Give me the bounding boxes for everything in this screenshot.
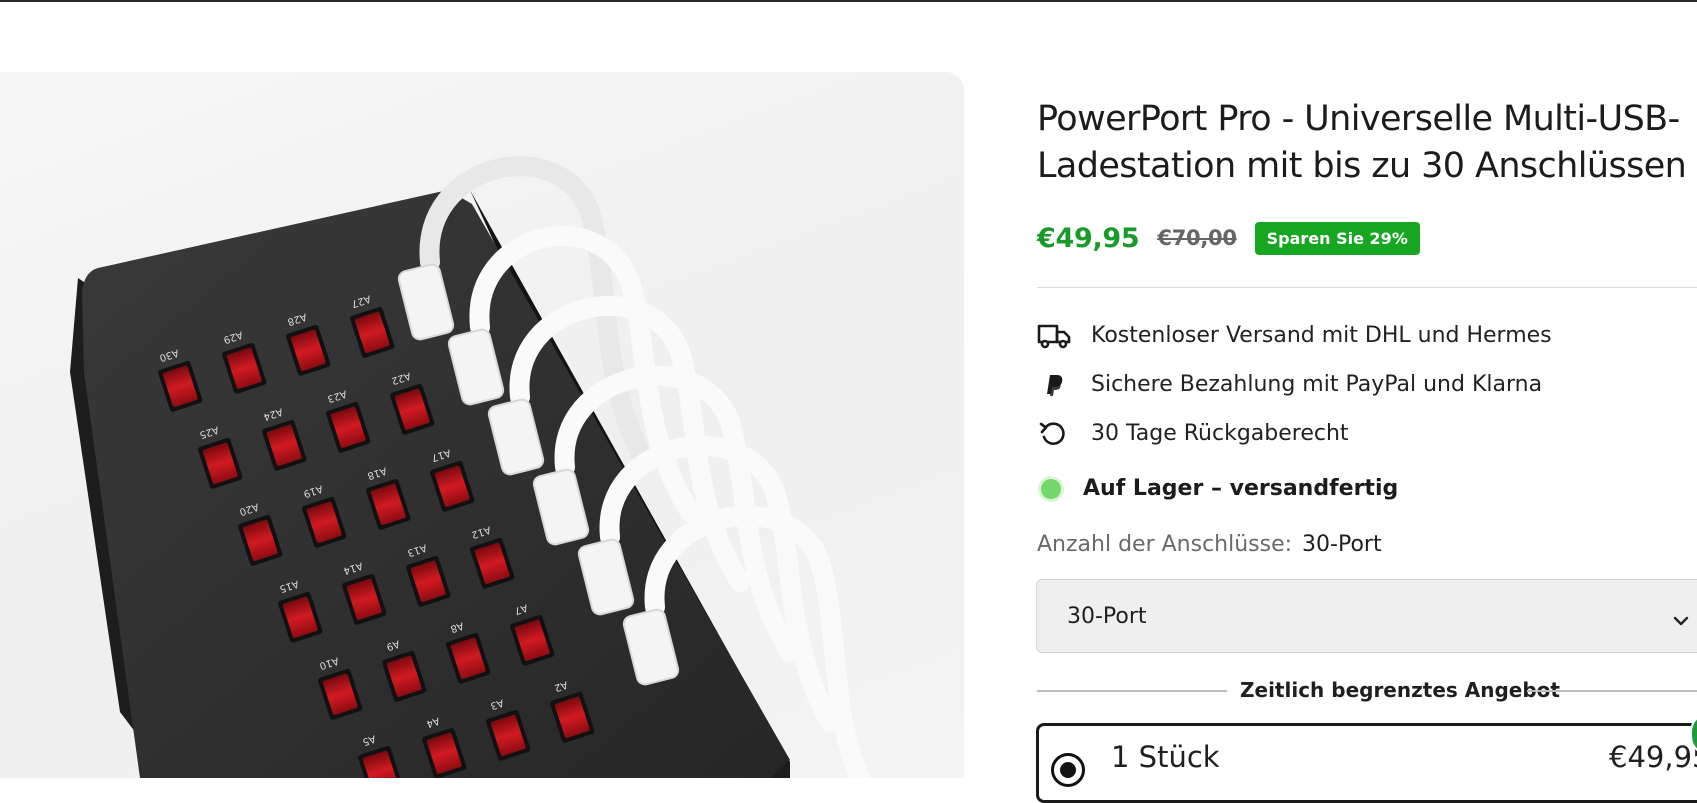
stock-text: Auf Lager – versandfertig [1083, 476, 1399, 501]
divider [1037, 287, 1697, 288]
feature-payment-text: Sichere Bezahlung mit PayPal und Klarna [1091, 372, 1543, 397]
stock-indicator [1041, 478, 1061, 499]
compare-price: €70,00 [1157, 226, 1237, 250]
return-arrow-icon [1037, 419, 1075, 449]
save-badge: Sparen Sie 29% [1254, 221, 1420, 255]
offer-divider-right [1527, 690, 1697, 692]
port-count-select[interactable]: 30-Port [1036, 579, 1697, 653]
product-title: PowerPort Pro - Universelle Multi-USB-La… [1037, 99, 1687, 186]
feature-shipping: Kostenloser Versand mit DHL und Hermes [1037, 311, 1552, 360]
sale-price: €49,95 [1037, 222, 1140, 254]
truck-icon [1037, 321, 1075, 351]
product-image[interactable]: A30 A29 A28 A27 A25 A24 A23 A22 A20 A19 A18 A17 A15 A… [0, 72, 964, 778]
chevron-down-icon [1673, 608, 1689, 633]
price-row: €49,95 €70,00 Sparen Sie 29% [1037, 220, 1420, 256]
quantity-option-price: €49,95 [1609, 740, 1697, 774]
feature-returns-text: 30 Tage Rückgaberecht [1091, 421, 1349, 446]
offer-divider-left [1037, 690, 1227, 692]
quantity-option-1[interactable]: 1 Stück €49,95 [1036, 723, 1697, 803]
variant-selected-value: 30-Port [1302, 532, 1382, 557]
feature-returns: 30 Tage Rückgaberecht [1037, 409, 1552, 458]
usb-hub-illustration: A30A29A28A27A25A24A23A22A20A19A18A17A15A… [70, 156, 870, 778]
variant-label-name: Anzahl der Anschlüsse: [1037, 532, 1293, 557]
stock-status: Auf Lager – versandfertig [1037, 476, 1398, 501]
feature-shipping-text: Kostenloser Versand mit DHL und Hermes [1091, 323, 1552, 348]
select-value: 30-Port [1067, 603, 1147, 629]
feature-payment: Sichere Bezahlung mit PayPal und Klarna [1037, 360, 1552, 409]
feature-list: Kostenloser Versand mit DHL und Hermes S… [1037, 311, 1552, 458]
offer-heading: Zeitlich begrenztes Angebot [1240, 678, 1560, 702]
variant-label: Anzahl der Anschlüsse: 30-Port [1037, 532, 1382, 557]
paypal-icon [1037, 370, 1075, 400]
top-border [0, 0, 1697, 2]
quantity-option-label: 1 Stück [1111, 740, 1220, 774]
radio-selected[interactable] [1051, 753, 1085, 787]
